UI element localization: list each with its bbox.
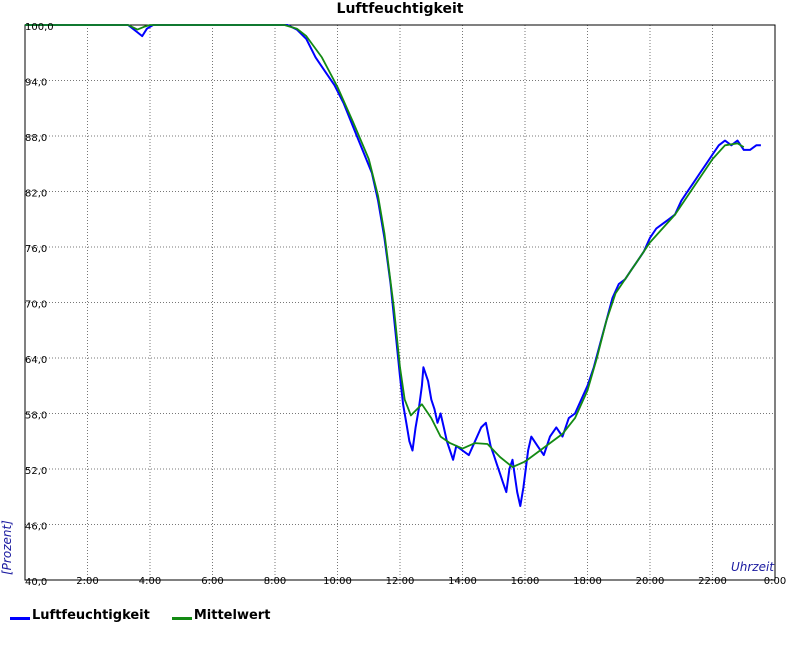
- x-tick-label: 12:00: [386, 576, 415, 587]
- legend-swatch-blue: [10, 617, 30, 620]
- y-tick-label: 64,0: [25, 355, 47, 366]
- y-tick-label: 46,0: [25, 522, 47, 533]
- x-tick-label: 6:00: [201, 576, 223, 587]
- x-tick-label: 8:00: [264, 576, 286, 587]
- y-tick-label: 76,0: [25, 244, 47, 255]
- y-tick-label: 58,0: [25, 411, 47, 422]
- legend: Luftfeuchtigkeit Mittelwert: [10, 608, 292, 623]
- x-tick-label: 2:00: [76, 576, 98, 587]
- legend-item-mittelwert: Mittelwert: [171, 608, 271, 623]
- y-tick-label: 52,0: [25, 466, 47, 477]
- x-tick-label: 22:00: [698, 576, 727, 587]
- x-tick-label: 18:00: [573, 576, 602, 587]
- x-tick-label: 20:00: [636, 576, 665, 587]
- legend-item-luftfeuchtigkeit: Luftfeuchtigkeit: [10, 608, 150, 623]
- x-tick-label: 0:00: [764, 576, 786, 587]
- x-tick-label: 14:00: [448, 576, 477, 587]
- x-tick-label: 4:00: [139, 576, 161, 587]
- legend-label: Mittelwert: [193, 608, 271, 623]
- legend-label: Luftfeuchtigkeit: [32, 608, 150, 623]
- legend-swatch-green: [171, 617, 192, 620]
- x-tick-label: 10:00: [323, 576, 352, 587]
- y-tick-label: 70,0: [25, 300, 47, 311]
- y-tick-label: 100,0: [25, 22, 54, 33]
- y-tick-label: 94,0: [25, 78, 47, 89]
- y-tick-label: 40,0: [25, 577, 47, 588]
- y-tick-label: 82,0: [25, 189, 47, 200]
- y-tick-label: 88,0: [25, 133, 47, 144]
- x-axis-label: Uhrzeit: [731, 560, 775, 574]
- x-tick-label: 16:00: [511, 576, 540, 587]
- humidity-line-chart: 40,0 46,0 52,0 58,0 64,0 70,0 76,0 82,0 88,0 94,0…: [0, 22, 786, 588]
- y-axis-label: [Prozent]: [0, 520, 14, 575]
